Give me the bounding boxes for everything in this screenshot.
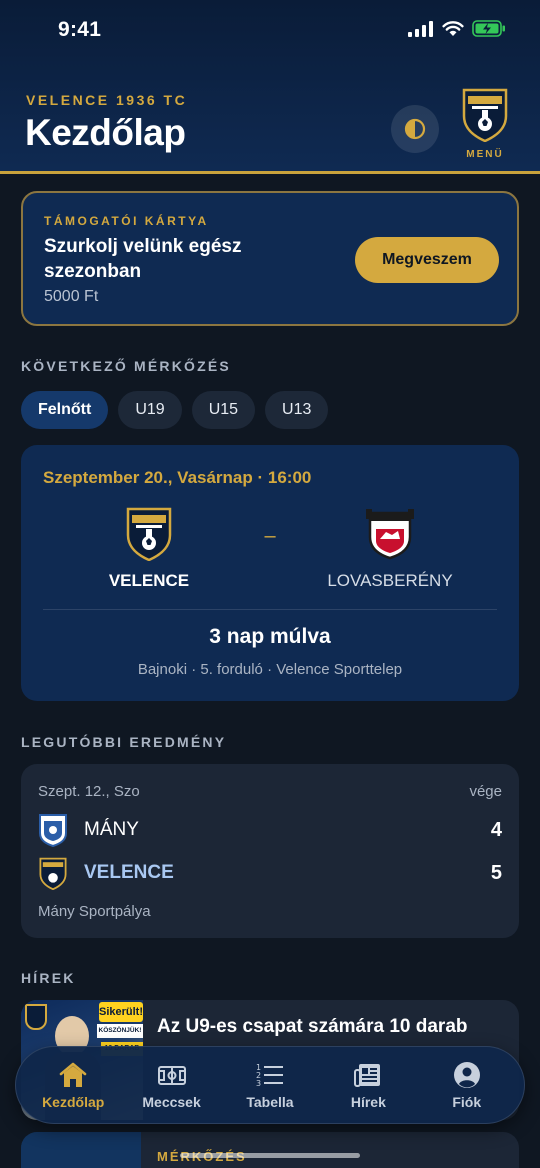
result-team-score: 5	[490, 861, 502, 884]
supporter-card-price: 5000 Ft	[44, 288, 99, 305]
page-title: Kezdőlap	[25, 112, 186, 153]
nav-home[interactable]: Kezdőlap	[25, 1054, 121, 1116]
news-item[interactable]: MÉRKŐZÉS	[21, 1132, 519, 1168]
versus-dash: –	[264, 525, 276, 547]
result-venue: Mány Sportpálya	[38, 903, 151, 920]
result-row-home: MÁNY 4	[38, 812, 502, 848]
match-date: Szeptember 20., Vasárnap · 16:00	[43, 468, 312, 487]
away-team: LOVASBERÉNY	[310, 505, 470, 591]
nav-news[interactable]: Hírek	[320, 1054, 416, 1116]
menu-button[interactable]: MENÜ	[458, 86, 512, 160]
status-bar: 9:41	[0, 0, 540, 62]
tab-u19[interactable]: U19	[118, 391, 182, 429]
news-thumbnail	[21, 1132, 141, 1168]
nav-label: Meccsek	[142, 1093, 201, 1110]
result-date: Szept. 12., Szo	[38, 783, 140, 800]
list-numbered-icon: 1 2 3	[256, 1063, 283, 1088]
nav-account[interactable]: Fiók	[419, 1054, 515, 1116]
home-team: VELENCE	[69, 505, 229, 591]
signal-icon	[408, 20, 433, 37]
thumb-badge: Sikerült!	[99, 1002, 143, 1022]
last-result-card[interactable]: Szept. 12., Szo vége MÁNY 4 VELENCE 5 Má…	[21, 764, 519, 938]
theme-toggle-button[interactable]	[391, 105, 439, 153]
news-section-title: HÍREK	[21, 970, 76, 986]
supporter-card-eyebrow: TÁMOGATÓI KÁRTYA	[44, 214, 209, 228]
news-title: Az U9-es csapat számára 10 darab	[157, 1016, 468, 1037]
newspaper-icon	[354, 1063, 381, 1087]
battery-charging-icon	[472, 20, 505, 37]
club-name: VELENCE 1936 TC	[26, 92, 188, 108]
home-team-name: VELENCE	[108, 571, 190, 590]
app-header: 9:41 VELENCE 1936 TC Kezdőlap MENÜ	[0, 0, 540, 174]
velence-crest-icon	[39, 857, 67, 890]
pitch-icon	[157, 1065, 186, 1085]
thumb-thanks: KÖSZÖNJÜK!	[97, 1024, 143, 1038]
nav-table[interactable]: 1 2 3 Tabella	[222, 1054, 318, 1116]
match-countdown: 3 nap múlva	[209, 625, 331, 648]
age-group-tabs: Felnőtt U19 U15 U13	[21, 391, 329, 429]
tab-felnott[interactable]: Felnőtt	[21, 391, 109, 429]
home-icon	[59, 1062, 87, 1087]
match-info: Bajnoki · 5. forduló · Velence Sporttele…	[137, 661, 403, 678]
nav-label: Hírek	[350, 1093, 386, 1110]
lovasbereny-crest-icon	[366, 509, 414, 560]
next-match-section-title: KÖVETKEZŐ MÉRKŐZÉS	[21, 358, 231, 374]
nav-label: Tabella	[246, 1093, 294, 1110]
last-result-section-title: LEGUTÓBBI EREDMÉNY	[21, 734, 227, 750]
supporter-card-title: Szurkolj velünk egész szezonban	[44, 236, 242, 282]
account-icon	[453, 1061, 480, 1088]
result-row-away: VELENCE 5	[38, 855, 502, 891]
supporter-card-banner: TÁMOGATÓI KÁRTYA Szurkolj velünk egész s…	[21, 191, 519, 326]
contrast-icon	[404, 118, 426, 140]
club-crest-icon	[462, 88, 508, 143]
nav-label: Fiók	[452, 1093, 482, 1110]
home-indicator	[180, 1153, 360, 1158]
many-crest-icon	[39, 814, 67, 847]
away-team-name: LOVASBERÉNY	[327, 571, 453, 590]
nav-matches[interactable]: Meccsek	[124, 1054, 220, 1116]
tab-u13[interactable]: U13	[265, 391, 329, 429]
result-team-name: VELENCE	[84, 862, 174, 883]
buy-button[interactable]: Megveszem	[355, 237, 499, 283]
result-team-score: 4	[490, 818, 502, 841]
next-match-card[interactable]: Szeptember 20., Vasárnap · 16:00 VELENCE…	[21, 445, 519, 701]
status-time: 9:41	[58, 18, 102, 41]
tab-u15[interactable]: U15	[191, 391, 256, 429]
divider	[43, 609, 497, 610]
wifi-icon	[442, 20, 464, 36]
status-icons	[408, 20, 506, 37]
result-team-name: MÁNY	[84, 819, 139, 840]
svg-text:3: 3	[256, 1079, 261, 1088]
bottom-navigation: Kezdőlap Meccsek 1 2 3 Tabella Hírek Fió…	[15, 1046, 525, 1124]
result-status: vége	[469, 783, 502, 800]
menu-label: MENÜ	[466, 149, 504, 160]
nav-label: Kezdőlap	[42, 1093, 105, 1110]
velence-crest-icon	[126, 507, 172, 561]
